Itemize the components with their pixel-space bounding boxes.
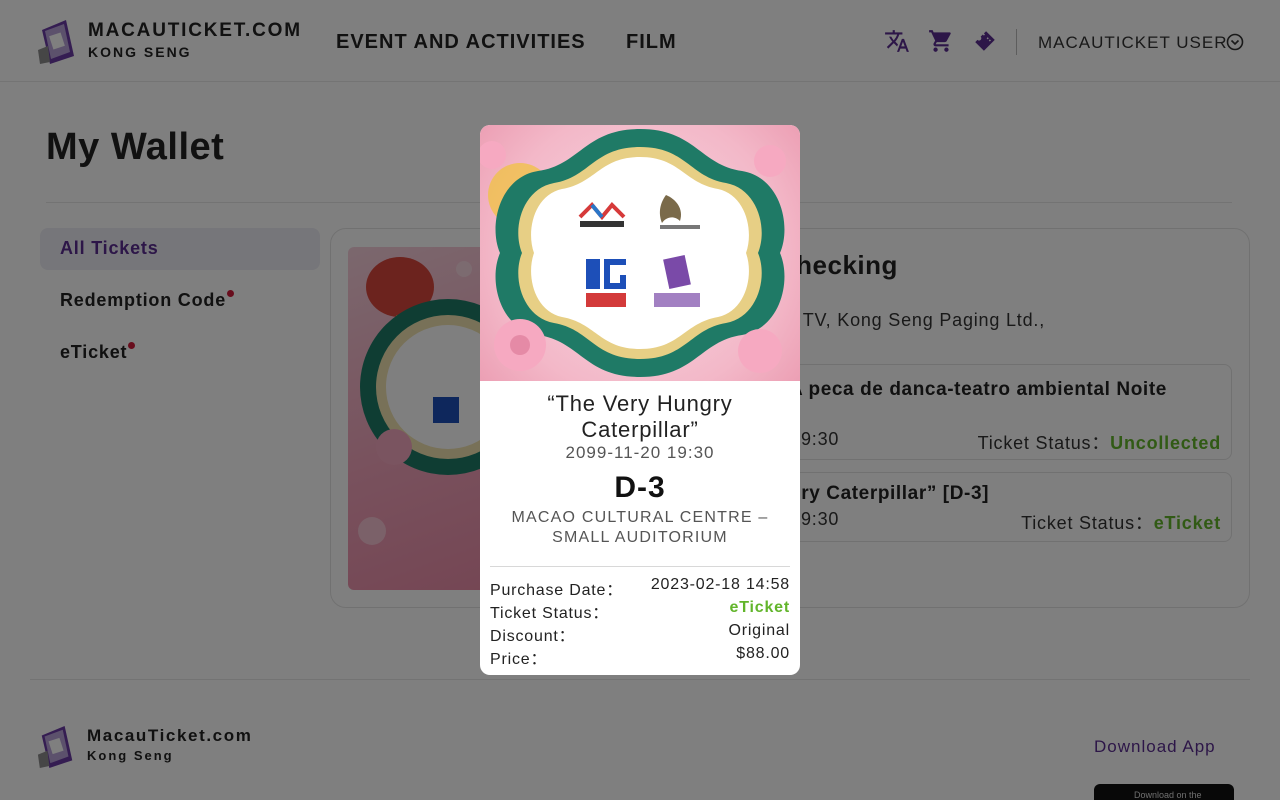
ticket-event-name: “The Very Hungry Caterpillar”	[547, 391, 733, 442]
ticket-datetime: 2099-11-20 19:30	[565, 443, 715, 462]
ticket-venue: MACAO CULTURAL CENTRE – SMALL AUDITORIUM	[511, 509, 769, 546]
row-value: $88.00	[736, 645, 790, 662]
row-label: Purchase Date：	[490, 582, 624, 599]
row-value: eTicket	[729, 599, 790, 616]
row-value: Original	[728, 622, 790, 639]
row-value: 2023-02-18 14:58	[650, 576, 790, 593]
poster-art-icon	[480, 129, 786, 377]
ticket-detail-modal: “The Very Hungry Caterpillar” 2099-11-20…	[480, 125, 800, 675]
ticket-poster	[480, 125, 800, 381]
row-label: Price：	[490, 651, 548, 668]
row-label: Discount：	[490, 628, 576, 645]
ticket-seat: D-3	[614, 471, 666, 504]
ticket-divider	[490, 566, 790, 567]
row-label: Ticket Status：	[490, 605, 610, 622]
